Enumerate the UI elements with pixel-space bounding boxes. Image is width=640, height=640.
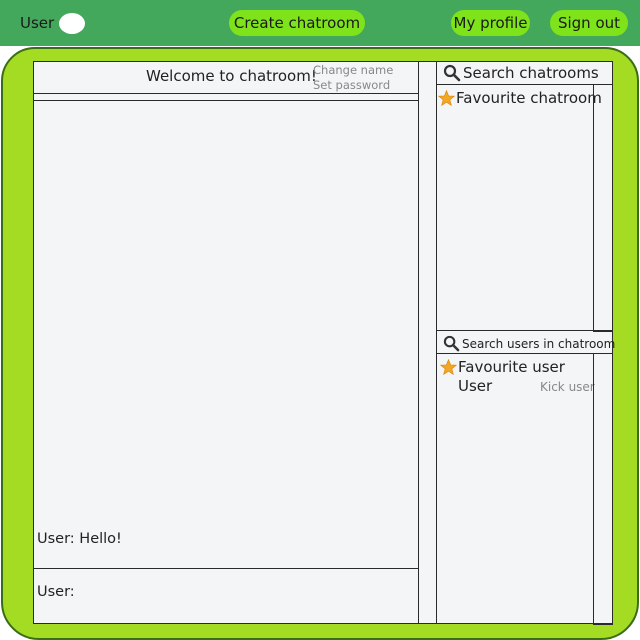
user-list-scrollbar[interactable] xyxy=(593,353,613,625)
favourite-user-label: Favourite user xyxy=(458,358,565,376)
input-divider xyxy=(33,568,419,569)
search-icon xyxy=(443,335,460,352)
current-user-label: User xyxy=(20,14,55,32)
search-chatrooms-divider xyxy=(436,84,613,85)
create-chatroom-button[interactable]: Create chatroom xyxy=(229,10,365,36)
search-users-placeholder: Search users in chatroom xyxy=(462,336,616,351)
set-password-link[interactable]: Set password xyxy=(313,78,390,92)
favourite-user-item[interactable]: Favourite user xyxy=(440,358,565,376)
sign-out-button[interactable]: Sign out xyxy=(550,10,628,36)
star-icon xyxy=(438,90,455,106)
message-input-label: User: xyxy=(37,584,75,600)
chatroom-user-name[interactable]: User xyxy=(458,377,492,395)
search-users-input[interactable]: Search users in chatroom xyxy=(443,335,615,352)
message-input[interactable] xyxy=(80,576,414,612)
search-chatrooms-placeholder: Search chatrooms xyxy=(463,64,599,82)
users-section-divider-top xyxy=(436,330,613,331)
chat-welcome-title: Welcome to chatroom! xyxy=(146,67,317,85)
favourite-chatroom-item[interactable]: Favourite chatroom xyxy=(438,89,602,107)
chatroom-list-scrollbar[interactable] xyxy=(593,84,613,332)
search-icon xyxy=(443,64,461,82)
top-bar: User Create chatroom My profile Sign out xyxy=(0,0,640,46)
my-profile-button[interactable]: My profile xyxy=(451,10,530,36)
header-divider-top xyxy=(33,93,419,94)
header-divider-bottom xyxy=(33,100,419,101)
divider-column xyxy=(418,61,437,624)
chat-message: User: Hello! xyxy=(37,531,122,547)
kick-user-link[interactable]: Kick user xyxy=(540,380,595,394)
star-icon xyxy=(440,359,457,375)
change-name-link[interactable]: Change name xyxy=(313,63,393,77)
avatar[interactable] xyxy=(59,13,85,34)
users-section-divider-bottom xyxy=(436,353,613,354)
search-chatrooms-input[interactable]: Search chatrooms xyxy=(443,64,599,82)
favourite-chatroom-label: Favourite chatroom xyxy=(456,89,602,107)
